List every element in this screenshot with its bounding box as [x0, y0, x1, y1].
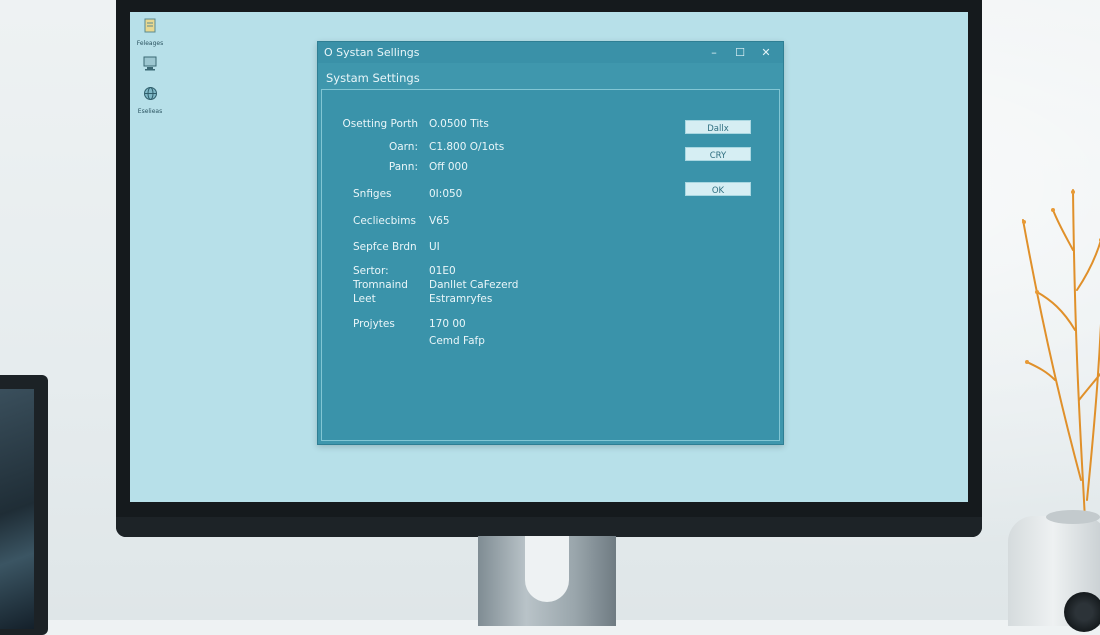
vase-rim — [1046, 510, 1100, 524]
setting-label: Leet — [353, 293, 376, 305]
minimize-button[interactable]: – — [704, 44, 724, 61]
cry-button[interactable]: CRY — [685, 147, 751, 161]
laptop-screen — [0, 389, 34, 629]
computer-icon — [130, 56, 170, 76]
settings-panel: Osetting Porth O.0500 Tits Oarn: C1.800 … — [321, 89, 780, 441]
document-icon — [130, 18, 170, 38]
setting-label: Osetting Porth — [342, 118, 418, 130]
setting-value: V65 — [429, 215, 450, 227]
setting-value: Cemd Fafp — [429, 335, 485, 347]
setting-label: Projytes — [353, 318, 395, 330]
setting-value: Danllet CaFezerd — [429, 279, 519, 291]
system-settings-window: O Systan Sellings – ☐ ✕ Systam Settings … — [317, 41, 784, 445]
setting-label: Oarn: — [388, 141, 418, 153]
desktop-icon-feleages[interactable]: Feleages — [130, 18, 170, 47]
close-button[interactable]: ✕ — [756, 44, 776, 61]
dallx-button[interactable]: Dallx — [685, 120, 751, 134]
setting-label: Snfiges — [353, 188, 392, 200]
setting-value: Estramryfes — [429, 293, 493, 305]
setting-label: Cecliecbims — [353, 215, 416, 227]
setting-label: Pann: — [388, 161, 418, 173]
setting-value: Off 000 — [429, 161, 468, 173]
laptop — [0, 375, 48, 635]
globe-icon — [130, 86, 170, 106]
desktop-icon-label: Feleages — [136, 40, 164, 47]
maximize-button[interactable]: ☐ — [730, 44, 750, 61]
window-titlebar[interactable]: O Systan Sellings – ☐ ✕ — [318, 42, 783, 63]
monitor-stand-cutout — [525, 536, 569, 602]
desktop-icon-label: Eselieas — [137, 108, 163, 115]
monitor-chin — [116, 517, 982, 537]
setting-value: UI — [429, 241, 440, 253]
setting-label: Sepfce Brdn — [353, 241, 417, 253]
decorative-plant — [1022, 189, 1100, 520]
setting-label: Tromnaind — [353, 279, 408, 291]
setting-value: 01E0 — [429, 265, 456, 277]
desktop-icon-computer[interactable] — [130, 56, 170, 76]
setting-label: Sertor: — [353, 265, 389, 277]
setting-value: 170 00 — [429, 318, 466, 330]
ok-button[interactable]: OK — [685, 182, 751, 196]
window-title: O Systan Sellings — [324, 46, 420, 59]
setting-value: O.0500 Tits — [429, 118, 489, 130]
speaker-lens — [1064, 592, 1100, 632]
desktop-icon-eselieas[interactable]: Eselieas — [130, 86, 170, 115]
setting-value: 0I:050 — [429, 188, 463, 200]
settings-header: Systam Settings — [326, 71, 420, 85]
setting-value: C1.800 O/1ots — [429, 141, 505, 153]
